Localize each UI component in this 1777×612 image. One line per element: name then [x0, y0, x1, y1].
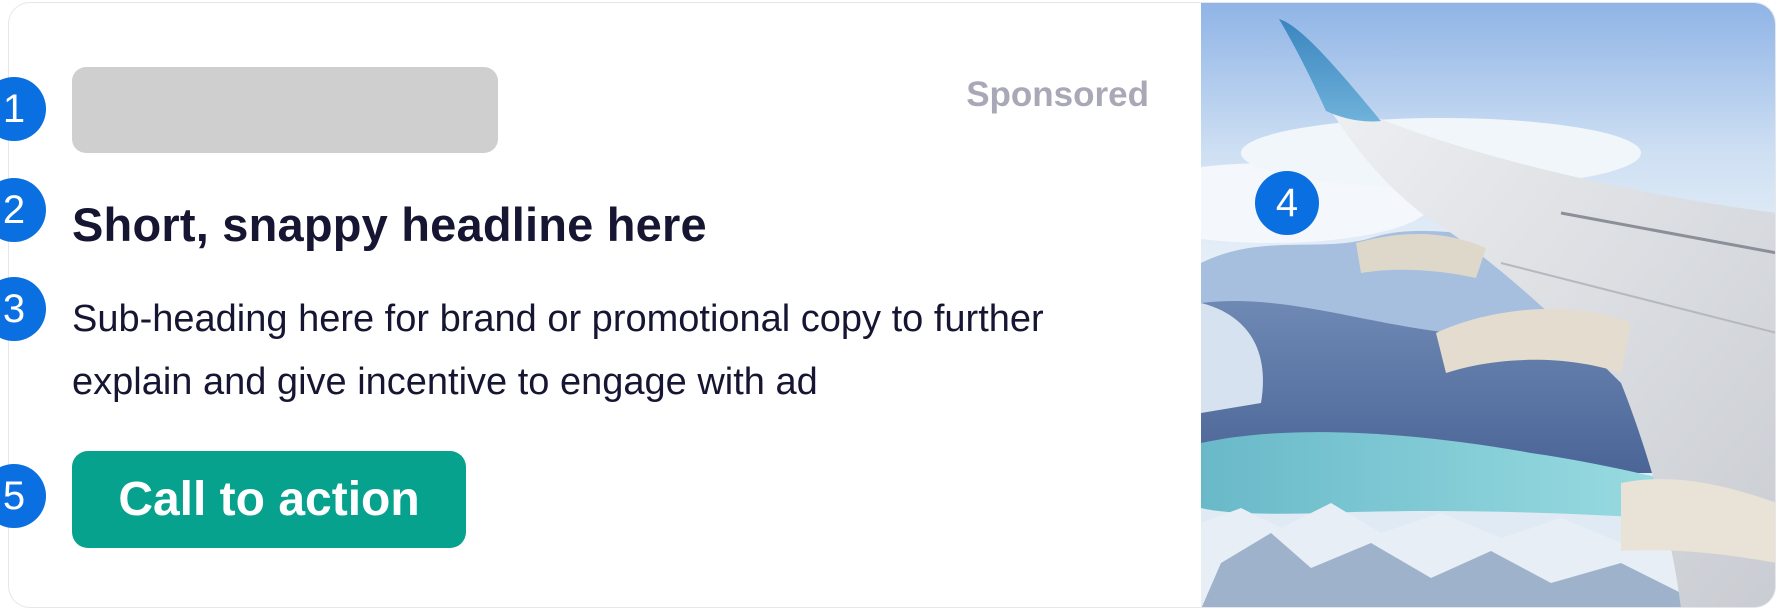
ad-card[interactable]: Sponsored Short, snappy headline here Su… — [8, 2, 1776, 608]
ad-subheading: Sub-heading here for brand or promotiona… — [72, 298, 1044, 403]
call-to-action-button[interactable]: Call to action — [72, 451, 466, 548]
ad-headline: Short, snappy headline here — [72, 198, 707, 251]
brand-logo-placeholder — [72, 67, 498, 153]
airplane-wing-photo — [1201, 3, 1775, 607]
ad-image[interactable] — [1201, 3, 1775, 607]
sponsored-label: Sponsored — [966, 75, 1149, 114]
annotation-badge-4: 4 — [1255, 171, 1319, 235]
